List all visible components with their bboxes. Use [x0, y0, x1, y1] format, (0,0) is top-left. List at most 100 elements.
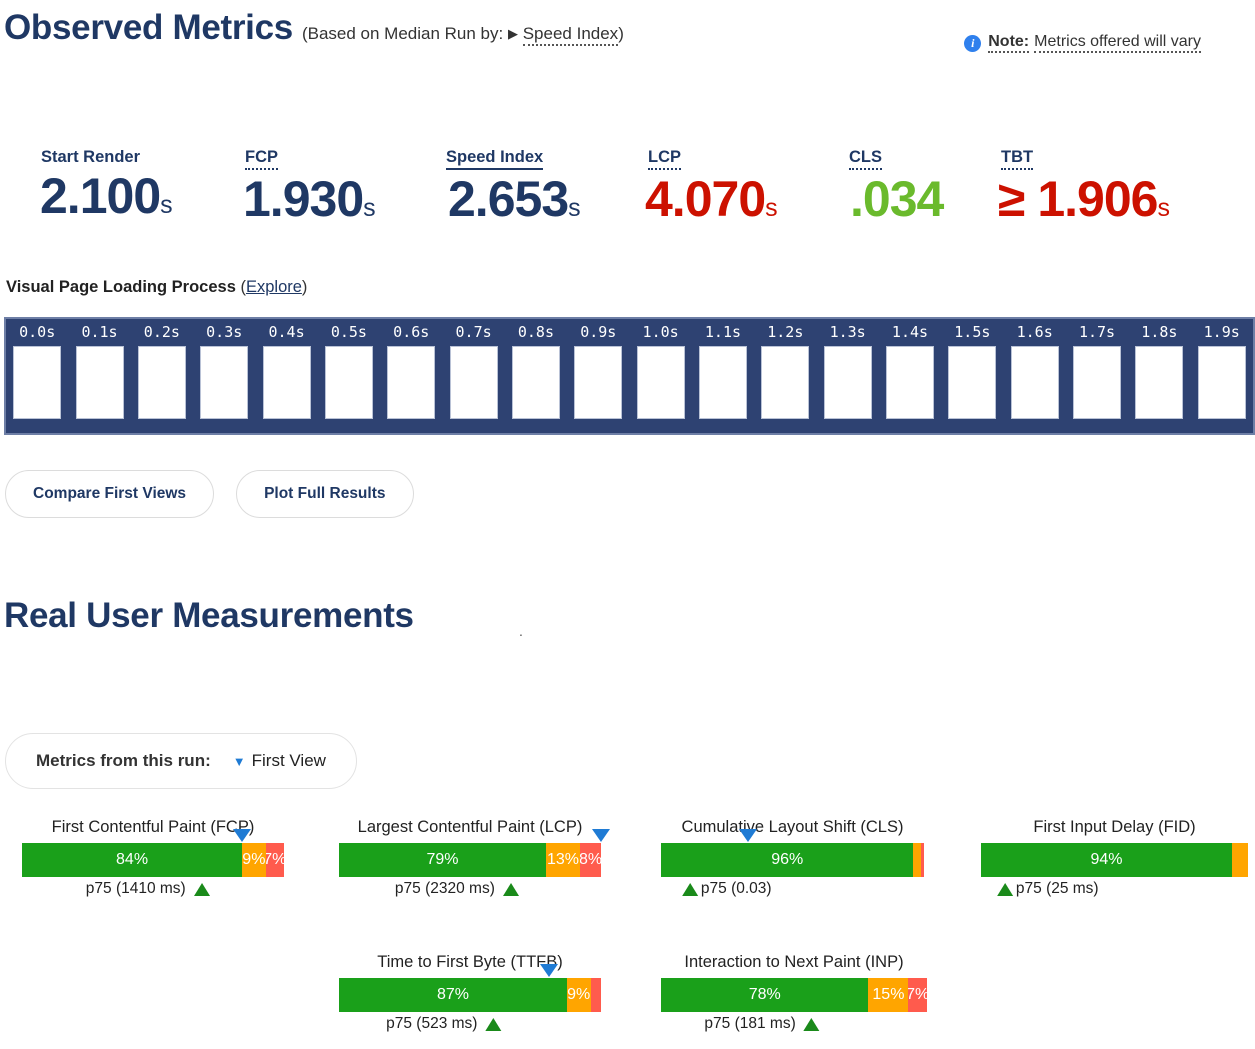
stray-mark: .: [519, 623, 523, 639]
rum-stacked-bar[interactable]: 84%9%7%: [22, 843, 284, 877]
rum-widget-label: Largest Contentful Paint (LCP): [357, 818, 583, 836]
filmstrip-thumbnail[interactable]: [13, 346, 62, 419]
observed-metric-cls: CLS .034: [849, 148, 944, 224]
filmstrip-frame[interactable]: 0.1s: [68, 322, 130, 425]
filmstrip-frame[interactable]: 0.9s: [567, 322, 629, 425]
observed-metric-number-value: 1.930: [243, 171, 364, 227]
filmstrip-frame[interactable]: 0.7s: [442, 322, 504, 425]
filmstrip-frame[interactable]: 0.4s: [255, 322, 317, 425]
filmstrip-thumbnail[interactable]: [948, 346, 997, 419]
filmstrip-thumbnail[interactable]: [75, 346, 124, 419]
rum-bar-segment-poor[interactable]: [921, 843, 924, 877]
compare-first-views-button[interactable]: Compare First Views: [5, 470, 215, 518]
filmstrip-thumbnail[interactable]: [885, 346, 934, 419]
rum-bar-segment-ni[interactable]: 9%: [566, 978, 591, 1012]
filmstrip-thumbnail[interactable]: [1197, 346, 1246, 419]
filmstrip-frame[interactable]: 1.7s: [1066, 322, 1128, 425]
filmstrip-thumbnail[interactable]: [200, 346, 249, 419]
filmstrip-frame[interactable]: 1.1s: [692, 322, 754, 425]
observed-metric-tbt: TBT ≥ 1.906s: [998, 148, 1170, 224]
observed-metric-label[interactable]: FCP: [245, 148, 278, 170]
p75-marker-icon: [803, 1017, 820, 1031]
rum-bar-area: 78%15%7%: [661, 978, 927, 1012]
filmstrip-thumbnail[interactable]: [137, 346, 186, 419]
run-selector-value[interactable]: First View: [252, 751, 326, 771]
observed-metric-label[interactable]: CLS: [849, 148, 882, 170]
explore-link[interactable]: Explore: [246, 278, 302, 296]
filmstrip-frame[interactable]: 1.6s: [1004, 322, 1066, 425]
filmstrip-frame[interactable]: 0.6s: [380, 322, 442, 425]
run-selector-label: Metrics from this run:: [36, 751, 211, 770]
median-run-subtitle: (Based on Median Run by: ▶ Speed Index): [302, 24, 624, 46]
filmstrip-frame[interactable]: 1.9s: [1191, 322, 1253, 425]
filmstrip-thumbnail[interactable]: [823, 346, 872, 419]
filmstrip-thumbnail[interactable]: [698, 346, 747, 419]
rum-bar-segment-ni[interactable]: 13%: [545, 843, 581, 877]
p75-marker-icon: [193, 882, 210, 896]
filmstrip-frame[interactable]: 0.0s: [6, 322, 68, 425]
observed-metric-label[interactable]: LCP: [648, 148, 681, 170]
filmstrip-thumbnail[interactable]: [574, 346, 623, 419]
filmstrip-frame[interactable]: 0.2s: [131, 322, 193, 425]
filmstrip-thumbnail[interactable]: [387, 346, 436, 419]
rum-p75-group: p75 (1410 ms): [86, 880, 210, 898]
rum-bar-segment-good[interactable]: 84%: [22, 843, 243, 877]
rum-stacked-bar[interactable]: 78%15%7%: [661, 978, 927, 1012]
filmstrip-thumbnail[interactable]: [449, 346, 498, 419]
rum-p75-row: p75 (1410 ms): [22, 880, 284, 906]
rum-stacked-bar[interactable]: 96%: [661, 843, 924, 877]
rum-bar-segment-good[interactable]: 94%: [981, 843, 1232, 877]
rum-bar-segment-good[interactable]: 87%: [339, 978, 567, 1012]
filmstrip-thumbnail[interactable]: [511, 346, 560, 419]
rum-stacked-bar[interactable]: 94%: [981, 843, 1248, 877]
filmstrip-thumbnail[interactable]: [1135, 346, 1184, 419]
filmstrip-frame[interactable]: 0.5s: [318, 322, 380, 425]
filmstrip-thumbnail[interactable]: [324, 346, 373, 419]
filmstrip-frame[interactable]: 1.2s: [754, 322, 816, 425]
filmstrip-frame[interactable]: 0.8s: [505, 322, 567, 425]
rum-bar-segment-ni[interactable]: 15%: [868, 978, 909, 1012]
p75-marker-icon: [996, 882, 1013, 896]
filmstrip-frame-time: 1.5s: [954, 323, 991, 341]
filmstrip-frame[interactable]: 1.0s: [629, 322, 691, 425]
plot-full-results-button[interactable]: Plot Full Results: [236, 470, 414, 518]
run-selector[interactable]: Metrics from this run: ▼ First View: [5, 733, 357, 789]
rum-bar-segment-poor[interactable]: 7%: [908, 978, 927, 1012]
rum-bar-segment-good[interactable]: 79%: [339, 843, 546, 877]
rum-bar-segment-ni[interactable]: 9%: [242, 843, 266, 877]
rum-bar-segment-good[interactable]: 78%: [661, 978, 869, 1012]
rum-bar-segment-good[interactable]: 96%: [661, 843, 914, 877]
caret-right-icon[interactable]: ▶: [508, 26, 518, 42]
filmstrip-frame-time: 1.6s: [1016, 323, 1053, 341]
filmstrip-thumbnail[interactable]: [1010, 346, 1059, 419]
observed-metric-label[interactable]: TBT: [1001, 148, 1034, 170]
filmstrip-thumbnail[interactable]: [636, 346, 685, 419]
rum-bar-segment-poor[interactable]: 7%: [265, 843, 284, 877]
filmstrip-frame[interactable]: 1.3s: [816, 322, 878, 425]
rum-bar-segment-ni[interactable]: [913, 843, 922, 877]
filmstrip-frame[interactable]: 1.8s: [1128, 322, 1190, 425]
sort-by-link[interactable]: Speed Index: [522, 24, 619, 46]
filmstrip-thumbnail[interactable]: [1073, 346, 1122, 419]
this-run-marker-icon: [592, 829, 610, 842]
rum-bar-segment-poor[interactable]: [590, 978, 601, 1012]
rum-bar-segment-poor[interactable]: 8%: [580, 843, 601, 877]
filmstrip-frame-time: 1.9s: [1203, 323, 1240, 341]
rum-bar-area: 79% 13% 8%: [339, 829, 610, 877]
rum-bar-segment-ni[interactable]: [1231, 843, 1248, 877]
rum-p75-row: p75 (181 ms): [661, 1015, 927, 1041]
subtitle-suffix: ): [618, 24, 624, 43]
rum-stacked-bar[interactable]: 87% 9%: [339, 978, 601, 1012]
observed-metric-label[interactable]: Speed Index: [446, 148, 544, 170]
filmstrip-frame[interactable]: 1.4s: [879, 322, 941, 425]
observed-metric-number-value: 4.070: [645, 171, 766, 227]
note-banner: i Note: Metrics offered will vary: [964, 33, 1201, 53]
observed-metric-unit: s: [363, 194, 376, 222]
filmstrip-frame[interactable]: 1.5s: [941, 322, 1003, 425]
rum-widget-label: Time to First Byte (TTFB): [377, 953, 563, 971]
filmstrip-thumbnail[interactable]: [262, 346, 311, 419]
chevron-down-icon[interactable]: ▼: [233, 754, 246, 769]
filmstrip-frame[interactable]: 0.3s: [193, 322, 255, 425]
filmstrip-thumbnail[interactable]: [761, 346, 810, 419]
rum-stacked-bar[interactable]: 79% 13% 8%: [339, 843, 601, 877]
